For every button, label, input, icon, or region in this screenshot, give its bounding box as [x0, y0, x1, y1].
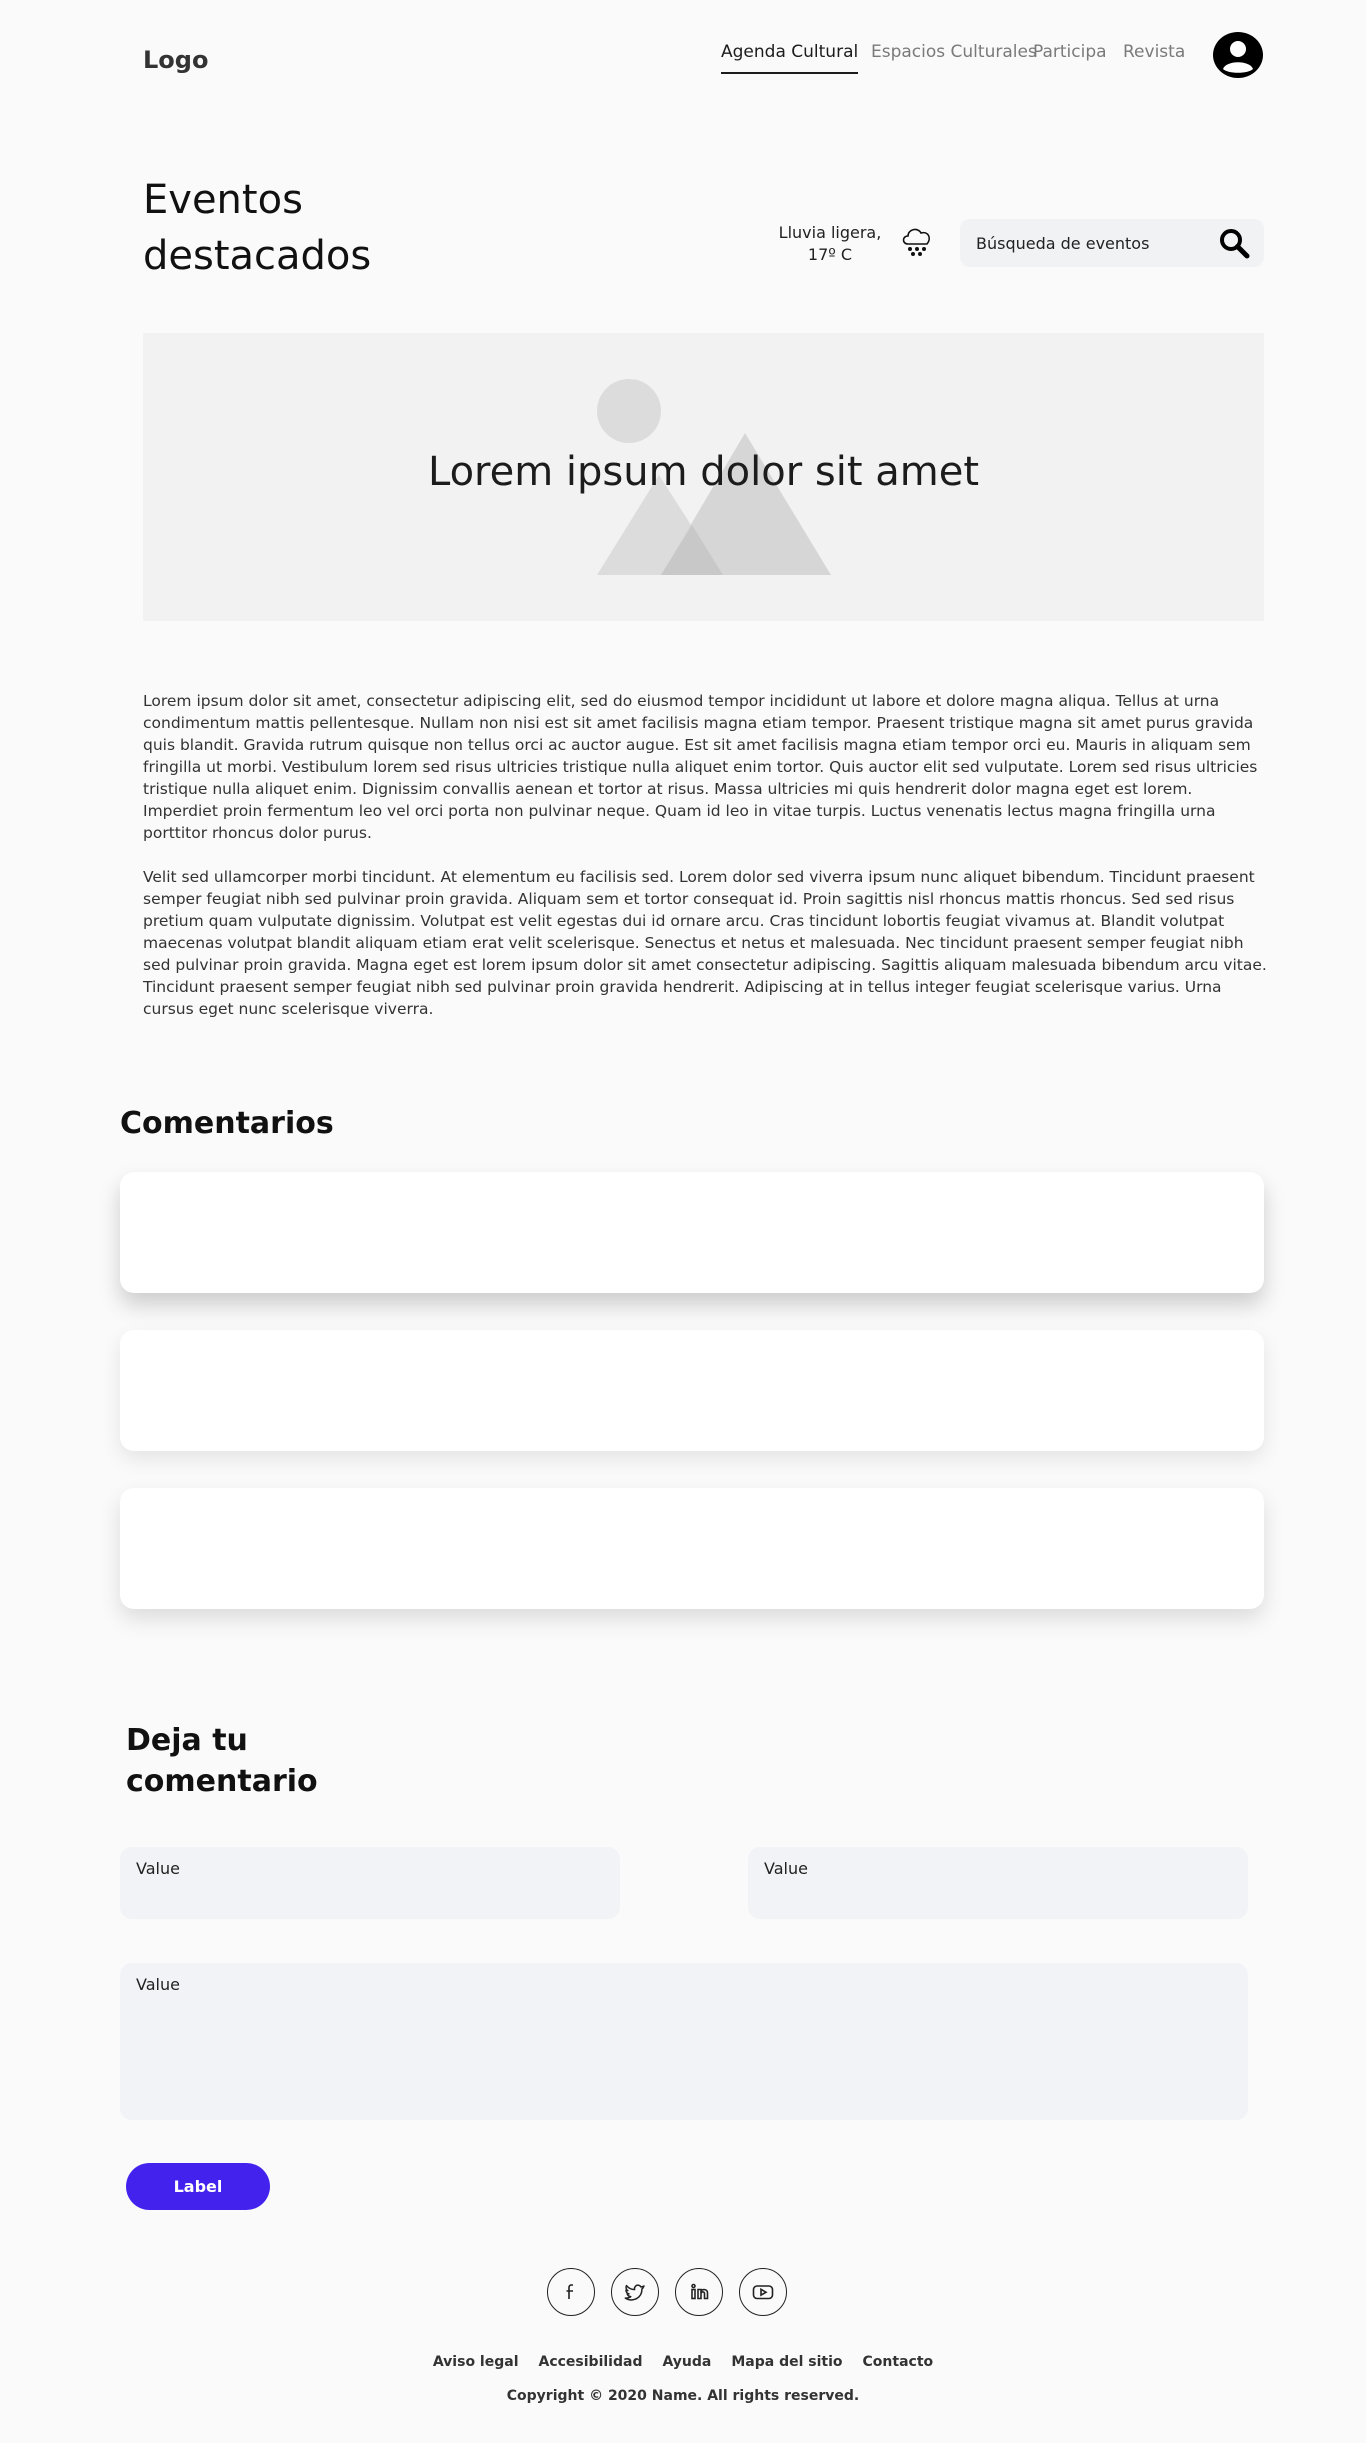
nav-revista[interactable]: Revista [1123, 42, 1185, 62]
nav-participa[interactable]: Participa [1033, 42, 1107, 62]
logo[interactable]: Logo [143, 46, 208, 74]
comment-card[interactable] [120, 1330, 1264, 1451]
form-title: Deja tu comentario [126, 1723, 318, 1799]
article-paragraph: Lorem ipsum dolor sit amet, consectetur … [143, 692, 1258, 842]
field-label: Value [764, 1859, 808, 1878]
nav-active-underline [721, 72, 859, 74]
article-paragraph: Velit sed ullamcorper morbi tincidunt. A… [143, 868, 1267, 1018]
email-field[interactable]: Value [748, 1847, 1248, 1919]
nav-label: Agenda Cultural [721, 42, 859, 62]
message-textarea[interactable]: Value [120, 1963, 1248, 2120]
search-input[interactable] [976, 219, 1216, 267]
linkedin-icon[interactable] [675, 2268, 723, 2316]
search-box[interactable] [960, 219, 1264, 267]
copyright-text: Copyright © 2020 Name. All rights reserv… [506, 2388, 860, 2404]
comment-card[interactable] [120, 1488, 1264, 1609]
comments-title: Comentarios [120, 1106, 334, 1141]
facebook-icon[interactable] [547, 2268, 595, 2316]
nav-agenda-cultural[interactable]: Agenda Cultural [721, 42, 859, 74]
field-label: Value [136, 1859, 180, 1878]
search-icon[interactable] [1218, 227, 1250, 259]
footer-link-mapa-del-sitio[interactable]: Mapa del sitio [731, 2354, 842, 2370]
field-label: Value [136, 1975, 180, 1994]
youtube-icon[interactable] [739, 2268, 787, 2316]
nav-espacios-culturales[interactable]: Espacios Culturales [871, 42, 1037, 62]
name-field[interactable]: Value [120, 1847, 620, 1919]
footer-link-ayuda[interactable]: Ayuda [662, 2354, 711, 2370]
hero-banner[interactable]: Lorem ipsum dolor sit amet [143, 333, 1264, 621]
footer-link-contacto[interactable]: Contacto [863, 2354, 934, 2370]
hero-title: Lorem ipsum dolor sit amet [427, 449, 979, 495]
page-title: Eventos destacados [143, 177, 372, 279]
article-body: Lorem ipsum dolor sit amet, consectetur … [143, 690, 1267, 1020]
footer-link-aviso-legal[interactable]: Aviso legal [433, 2354, 519, 2370]
comment-card[interactable] [120, 1172, 1264, 1293]
rain-cloud-icon [898, 222, 936, 260]
twitter-icon[interactable] [611, 2268, 659, 2316]
footer-link-accesibilidad[interactable]: Accesibilidad [539, 2354, 643, 2370]
footer-links: Aviso legal Accesibilidad Ayuda Mapa del… [0, 2354, 1366, 2370]
user-avatar-icon[interactable] [1212, 31, 1264, 79]
weather-text: Lluvia ligera, 17º C [778, 223, 882, 264]
submit-button[interactable]: Label [126, 2163, 270, 2210]
